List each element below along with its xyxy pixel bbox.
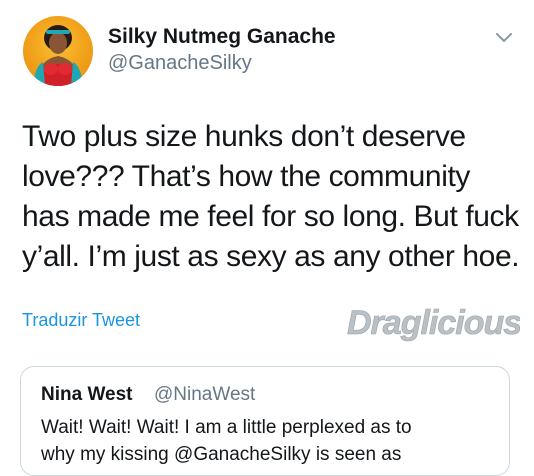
quoted-tweet[interactable]: Nina West @NinaWest Wait! Wait! Wait! I … [20,366,510,476]
quoted-author-name[interactable]: Nina West [41,384,133,406]
avatar-image [33,25,83,86]
quoted-text-line: Wait! Wait! Wait! I am a little perplexe… [41,417,412,438]
tweet-text-line: has made me feel for so long. But fuck [22,200,519,233]
tweet: Silky Nutmeg Ganache @GanacheSilky Two p… [0,0,534,476]
tweet-text-line: love??? That’s how the community [22,160,471,193]
author-display-name[interactable]: Silky Nutmeg Ganache [108,25,336,49]
translate-tweet-link[interactable]: Traduzir Tweet [22,310,140,331]
tweet-text: Two plus size hunks don’t deserve love??… [22,117,522,277]
quoted-text-line: why my kissing @GanacheSilky is seen as [41,444,402,465]
avatar[interactable] [23,16,93,86]
chevron-down-icon[interactable] [494,30,514,46]
draglicious-watermark: Draglicious [345,296,523,352]
tweet-text-line: y’all. I’m just as sexy as any other hoe… [22,240,520,273]
svg-text:Draglicious: Draglicious [347,304,520,342]
tweet-text-line: Two plus size hunks don’t deserve [22,120,466,153]
quoted-author-handle[interactable]: @NinaWest [154,384,255,406]
author-handle[interactable]: @GanacheSilky [108,52,252,75]
quoted-tweet-text: Wait! Wait! Wait! I am a little perplexe… [41,414,496,468]
